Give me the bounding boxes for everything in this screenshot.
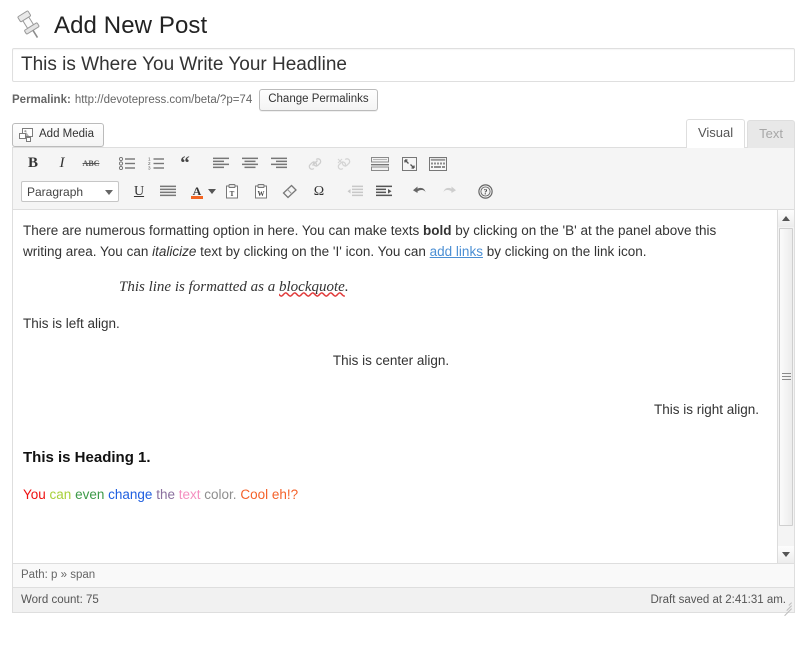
align-left-icon[interactable]	[207, 152, 235, 176]
colored-word-0: You	[23, 486, 46, 502]
add-media-icon	[19, 127, 34, 142]
insert-link-icon[interactable]	[301, 152, 329, 176]
element-path-bar: Path: p » span	[13, 562, 794, 587]
undo-icon[interactable]	[406, 180, 434, 204]
tab-text[interactable]: Text	[747, 119, 795, 148]
pushpin-icon	[12, 9, 46, 43]
media-and-tabs-row: Add Media Visual Text	[0, 111, 807, 148]
special-character-icon[interactable]: Ω	[305, 180, 333, 204]
svg-text:W: W	[258, 190, 265, 198]
editor-toolbar: B I ABC 1 2 3 “ Paragraph U A T W Ω ?	[13, 147, 794, 210]
scrollbar-down-arrow-icon[interactable]	[778, 545, 794, 563]
format-select-value: Paragraph	[27, 184, 84, 199]
strikethrough-icon[interactable]: ABC	[77, 152, 105, 176]
colored-word-12: color.	[204, 486, 237, 502]
unlink-icon[interactable]	[330, 152, 358, 176]
intro-text-d: by clicking on the link icon.	[482, 243, 647, 259]
word-count-label: Word count: 75	[21, 593, 99, 606]
text-color-chevron-down-icon[interactable]	[208, 189, 216, 194]
paste-from-word-icon[interactable]: W	[247, 180, 275, 204]
draft-saved-label: Draft saved at 2:41:31 am.	[650, 593, 786, 606]
scrollbar-grip-icon	[781, 371, 791, 382]
editor-mode-tabs: Visual Text	[684, 118, 795, 148]
intro-bold: bold	[422, 222, 452, 238]
permalink-row: Permalink: http://devotepress.com/beta/?…	[0, 82, 807, 111]
heading-1: This is Heading 1.	[23, 449, 151, 467]
clear-formatting-icon[interactable]	[276, 180, 304, 204]
numbered-list-icon[interactable]: 1 2 3	[142, 152, 170, 176]
colored-word-8: the	[156, 486, 175, 502]
paragraph-colored-text: You can even change the text color. Cool…	[23, 484, 759, 505]
svg-text:?: ?	[483, 188, 487, 197]
align-justify-icon[interactable]	[154, 180, 182, 204]
colored-word-4: even	[75, 486, 105, 502]
paragraph-align-center: This is center align.	[332, 353, 450, 369]
paragraph-align-right: This is right align.	[653, 402, 759, 418]
bold-icon[interactable]: B	[19, 152, 47, 176]
svg-text:T: T	[230, 190, 235, 198]
indent-icon[interactable]	[370, 180, 398, 204]
align-center-icon[interactable]	[236, 152, 264, 176]
italic-icon[interactable]: I	[48, 152, 76, 176]
add-media-label: Add Media	[39, 127, 94, 140]
chevron-down-icon	[105, 189, 113, 195]
permalink-url[interactable]: http://devotepress.com/beta/?p=74	[75, 94, 252, 106]
tab-visual[interactable]: Visual	[685, 118, 746, 148]
fullscreen-icon[interactable]	[395, 152, 423, 176]
blockquote-text-a: This line is formatted as a	[119, 278, 280, 295]
intro-text-c: text by clicking on the 'I' icon. You ca…	[196, 243, 430, 259]
svg-text:3: 3	[148, 166, 151, 170]
blockquote-line: This line is formatted as a blockquote.	[23, 276, 759, 299]
blockquote-icon[interactable]: “	[171, 152, 199, 176]
add-new-post-screen: Add New Post Permalink: http://devotepre…	[0, 0, 807, 649]
editor-content-area[interactable]: There are numerous formatting option in …	[13, 210, 777, 563]
bullet-list-icon[interactable]	[113, 152, 141, 176]
svg-text:A: A	[193, 184, 202, 198]
redo-icon[interactable]	[435, 180, 463, 204]
colored-word-6: change	[108, 486, 153, 502]
paste-as-text-icon[interactable]: T	[218, 180, 246, 204]
change-permalinks-button[interactable]: Change Permalinks	[259, 89, 378, 111]
toggle-toolbar-icon[interactable]	[424, 152, 452, 176]
editor-resize-handle[interactable]	[780, 598, 792, 616]
scrollbar-thumb[interactable]	[779, 227, 793, 526]
title-field-wrapper	[0, 48, 807, 82]
paragraph-align-left: This is left align.	[23, 315, 120, 331]
blockquote-text-b: .	[344, 278, 349, 295]
editor-body: There are numerous formatting option in …	[13, 209, 794, 563]
page-header: Add New Post	[0, 0, 807, 48]
page-title: Add New Post	[54, 12, 208, 39]
colored-word-2: can	[49, 486, 72, 502]
insert-more-tag-icon[interactable]	[366, 152, 394, 176]
post-title-input[interactable]	[12, 48, 795, 82]
add-links-link[interactable]: add links	[430, 244, 483, 259]
underline-icon[interactable]: U	[125, 180, 153, 204]
format-select[interactable]: Paragraph	[21, 181, 119, 202]
outdent-icon[interactable]	[341, 180, 369, 204]
editor-status-bar: Word count: 75 Draft saved at 2:41:31 am…	[12, 587, 795, 616]
scrollbar-track[interactable]	[778, 226, 794, 546]
intro-italic: italicize	[152, 243, 197, 259]
permalink-label: Permalink:	[12, 93, 71, 106]
colored-word-14: Cool eh!?	[240, 486, 299, 502]
paragraph-intro: There are numerous formatting option in …	[23, 220, 759, 262]
scrollbar-up-arrow-icon[interactable]	[778, 209, 794, 227]
spellcheck-misspelled-word: blockquote	[279, 278, 345, 295]
post-editor: B I ABC 1 2 3 “ Paragraph U A T W Ω ? Th…	[12, 146, 795, 588]
colored-word-10: text	[178, 486, 201, 502]
help-icon[interactable]: ?	[471, 180, 499, 204]
text-color-icon[interactable]: A	[183, 180, 211, 204]
add-media-button[interactable]: Add Media	[12, 122, 104, 147]
toolbar-row-1: B I ABC 1 2 3 “	[15, 150, 792, 178]
intro-text-a: There are numerous formatting option in …	[23, 222, 423, 238]
editor-vertical-scrollbar[interactable]	[777, 209, 794, 563]
toolbar-row-2: Paragraph U A T W Ω ?	[15, 178, 792, 206]
align-right-icon[interactable]	[265, 152, 293, 176]
